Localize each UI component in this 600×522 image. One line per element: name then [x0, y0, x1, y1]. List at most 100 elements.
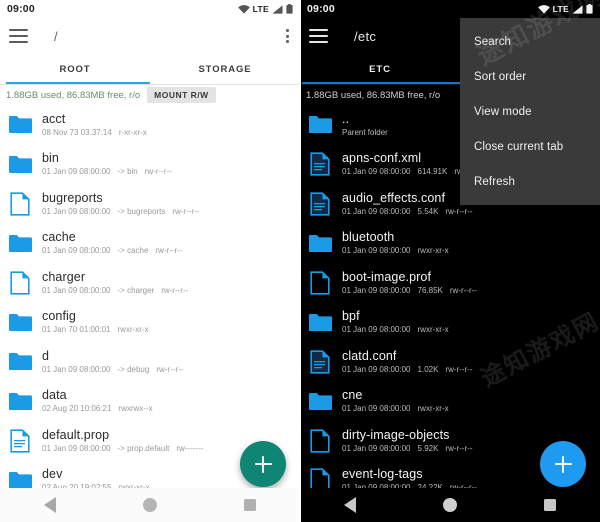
- add-fab-button[interactable]: [240, 441, 286, 487]
- file-name: audio_effects.conf: [342, 190, 446, 205]
- file-details: 01 Jan 09 08:00:00 5.92K rw-r--r--: [342, 443, 473, 454]
- file-row[interactable]: bpf 01 Jan 09 08:00:00 rwxr-xr-x: [300, 303, 600, 343]
- file-name: ..: [342, 111, 350, 126]
- folder-icon: [6, 307, 34, 337]
- file-icon: [306, 465, 334, 490]
- left-phone-panel: 09:00 LTE / ROOT STORAGE 1.88GB used, 86…: [0, 0, 300, 522]
- file-date: 02 Aug 20 10:06:21: [42, 404, 112, 414]
- document-icon: [306, 189, 334, 219]
- file-name: acct: [42, 111, 66, 126]
- file-row[interactable]: cache 01 Jan 09 08:00:00 -> cache rw-r--r--: [0, 224, 300, 264]
- file-row[interactable]: d 01 Jan 09 08:00:00 -> debug rw-r--r--: [0, 342, 300, 382]
- file-row[interactable]: bin 01 Jan 09 08:00:00 -> bin rw-r--r--: [0, 145, 300, 185]
- file-meta: config 01 Jan 70 01:00:01 rwxr-xr-x: [42, 309, 149, 335]
- file-list[interactable]: acct 08 Nov 73 03:37:14 r-xr-xr-x bin 01 Jan…: [0, 105, 300, 490]
- file-date: 01 Jan 09 08:00:00: [42, 285, 111, 295]
- file-date: 01 Jan 09 08:00:00: [342, 246, 411, 256]
- screenshot-stage: 09:00 LTE / ROOT STORAGE 1.88GB used, 86…: [0, 0, 600, 522]
- current-path-label[interactable]: /: [54, 29, 58, 44]
- file-details: 01 Jan 09 08:00:00 rwxr-xr-x: [342, 245, 449, 256]
- file-date: 01 Jan 09 08:00:00: [42, 246, 111, 256]
- file-permissions: rw-------: [176, 443, 204, 453]
- file-name: boot-image.prof: [342, 269, 432, 284]
- tab-root[interactable]: ROOT: [0, 54, 150, 84]
- hamburger-menu-icon[interactable]: [9, 29, 28, 43]
- file-row[interactable]: charger 01 Jan 09 08:00:00 -> charger rw-r-…: [0, 263, 300, 303]
- overflow-popup-menu[interactable]: Search Sort order View mode Close current t…: [460, 18, 600, 205]
- back-button[interactable]: [43, 497, 56, 513]
- file-name: cne: [342, 388, 363, 403]
- menu-item-sort-order[interactable]: Sort order: [460, 59, 600, 94]
- add-fab-button[interactable]: [540, 441, 586, 487]
- file-name: dirty-image-objects: [342, 427, 450, 442]
- status-bar-time: 09:00: [7, 3, 35, 15]
- file-row[interactable]: bugreports 01 Jan 09 08:00:00 -> bugreport…: [0, 184, 300, 224]
- file-date: 01 Jan 09 08:00:00: [342, 404, 411, 414]
- status-bar-time: 09:00: [307, 3, 335, 15]
- tab-storage[interactable]: STORAGE: [150, 54, 300, 84]
- file-row[interactable]: boot-image.prof 01 Jan 09 08:00:00 76.85K r…: [300, 263, 600, 303]
- file-size-or-link: -> cache: [117, 246, 149, 256]
- menu-item-close-current-tab[interactable]: Close current tab: [460, 129, 600, 164]
- android-nav-bar: [300, 488, 600, 522]
- file-row[interactable]: data 02 Aug 20 10:06:21 rwxrwx--x: [0, 382, 300, 422]
- active-tab-indicator: [6, 81, 150, 84]
- file-permissions: rw-r--r--: [445, 364, 473, 374]
- file-details: 01 Jan 09 08:00:00 -> bin rw-r--r--: [42, 166, 172, 177]
- current-path-label[interactable]: /etc: [354, 29, 376, 44]
- file-name: data: [42, 388, 67, 403]
- right-phone-panel: 09:00 LTE /etc ETC 1.88GB used, 86.83MB …: [300, 0, 600, 522]
- recents-button[interactable]: [544, 499, 557, 511]
- file-meta: d 01 Jan 09 08:00:00 -> debug rw-r--r--: [42, 349, 183, 375]
- file-size-or-link: 5.54K: [417, 206, 439, 216]
- mount-rw-button[interactable]: MOUNT R/W: [147, 87, 216, 103]
- tab-etc[interactable]: ETC: [300, 54, 460, 84]
- file-size-or-link: -> debug: [117, 364, 150, 374]
- file-row[interactable]: acct 08 Nov 73 03:37:14 r-xr-xr-x: [0, 105, 300, 145]
- file-details: 01 Jan 09 08:00:00 -> debug rw-r--r--: [42, 364, 183, 375]
- folder-icon: [306, 307, 334, 337]
- file-meta: clatd.conf 01 Jan 09 08:00:00 1.02K rw-r--r…: [342, 349, 473, 375]
- home-button[interactable]: [142, 498, 157, 512]
- file-permissions: rw-r--r--: [156, 364, 184, 374]
- menu-item-view-mode[interactable]: View mode: [460, 94, 600, 129]
- menu-item-refresh[interactable]: Refresh: [460, 164, 600, 199]
- file-row[interactable]: cne 01 Jan 09 08:00:00 rwxr-xr-x: [300, 382, 600, 422]
- folder-icon: [6, 347, 34, 377]
- recents-button[interactable]: [244, 499, 257, 511]
- file-meta: cache 01 Jan 09 08:00:00 -> cache rw-r--r--: [42, 230, 183, 256]
- file-date: 01 Jan 09 08:00:00: [42, 443, 111, 453]
- overflow-menu-icon[interactable]: [286, 29, 289, 43]
- folder-icon: [306, 110, 334, 140]
- document-icon: [306, 149, 334, 179]
- file-date: 01 Jan 09 08:00:00: [342, 206, 411, 216]
- file-icon: [6, 189, 34, 219]
- file-permissions: rwxrwx--x: [118, 404, 153, 414]
- file-size-or-link: -> charger: [117, 285, 155, 295]
- file-meta: cne 01 Jan 09 08:00:00 rwxr-xr-x: [342, 388, 449, 414]
- file-meta: bugreports 01 Jan 09 08:00:00 -> bugreport…: [42, 191, 199, 217]
- home-button[interactable]: [442, 498, 457, 512]
- file-meta: .. Parent folder: [342, 112, 388, 138]
- file-name: charger: [42, 269, 86, 284]
- file-name: bugreports: [42, 190, 103, 205]
- file-size-or-link: 614.91K: [417, 167, 448, 177]
- app-bar: /: [0, 18, 300, 54]
- file-row[interactable]: bluetooth 01 Jan 09 08:00:00 rwxr-xr-x: [300, 224, 600, 264]
- file-meta: boot-image.prof 01 Jan 09 08:00:00 76.85K r…: [342, 270, 477, 296]
- document-icon: [306, 347, 334, 377]
- file-icon: [306, 268, 334, 298]
- file-meta: charger 01 Jan 09 08:00:00 -> charger rw-r-…: [42, 270, 188, 296]
- menu-item-search[interactable]: Search: [460, 24, 600, 59]
- file-meta: data 02 Aug 20 10:06:21 rwxrwx--x: [42, 388, 153, 414]
- file-row[interactable]: config 01 Jan 70 01:00:01 rwxr-xr-x: [0, 303, 300, 343]
- file-size-or-link: -> bugreports: [117, 206, 166, 216]
- folder-icon: [306, 228, 334, 258]
- file-row[interactable]: clatd.conf 01 Jan 09 08:00:00 1.02K rw-r--r…: [300, 342, 600, 382]
- hamburger-menu-icon[interactable]: [309, 29, 328, 43]
- file-name: event-log-tags: [342, 467, 423, 482]
- file-date: 01 Jan 09 08:00:00: [342, 285, 411, 295]
- file-name: bpf: [342, 309, 360, 324]
- back-button[interactable]: [343, 497, 356, 513]
- file-date: 01 Jan 09 08:00:00: [42, 206, 111, 216]
